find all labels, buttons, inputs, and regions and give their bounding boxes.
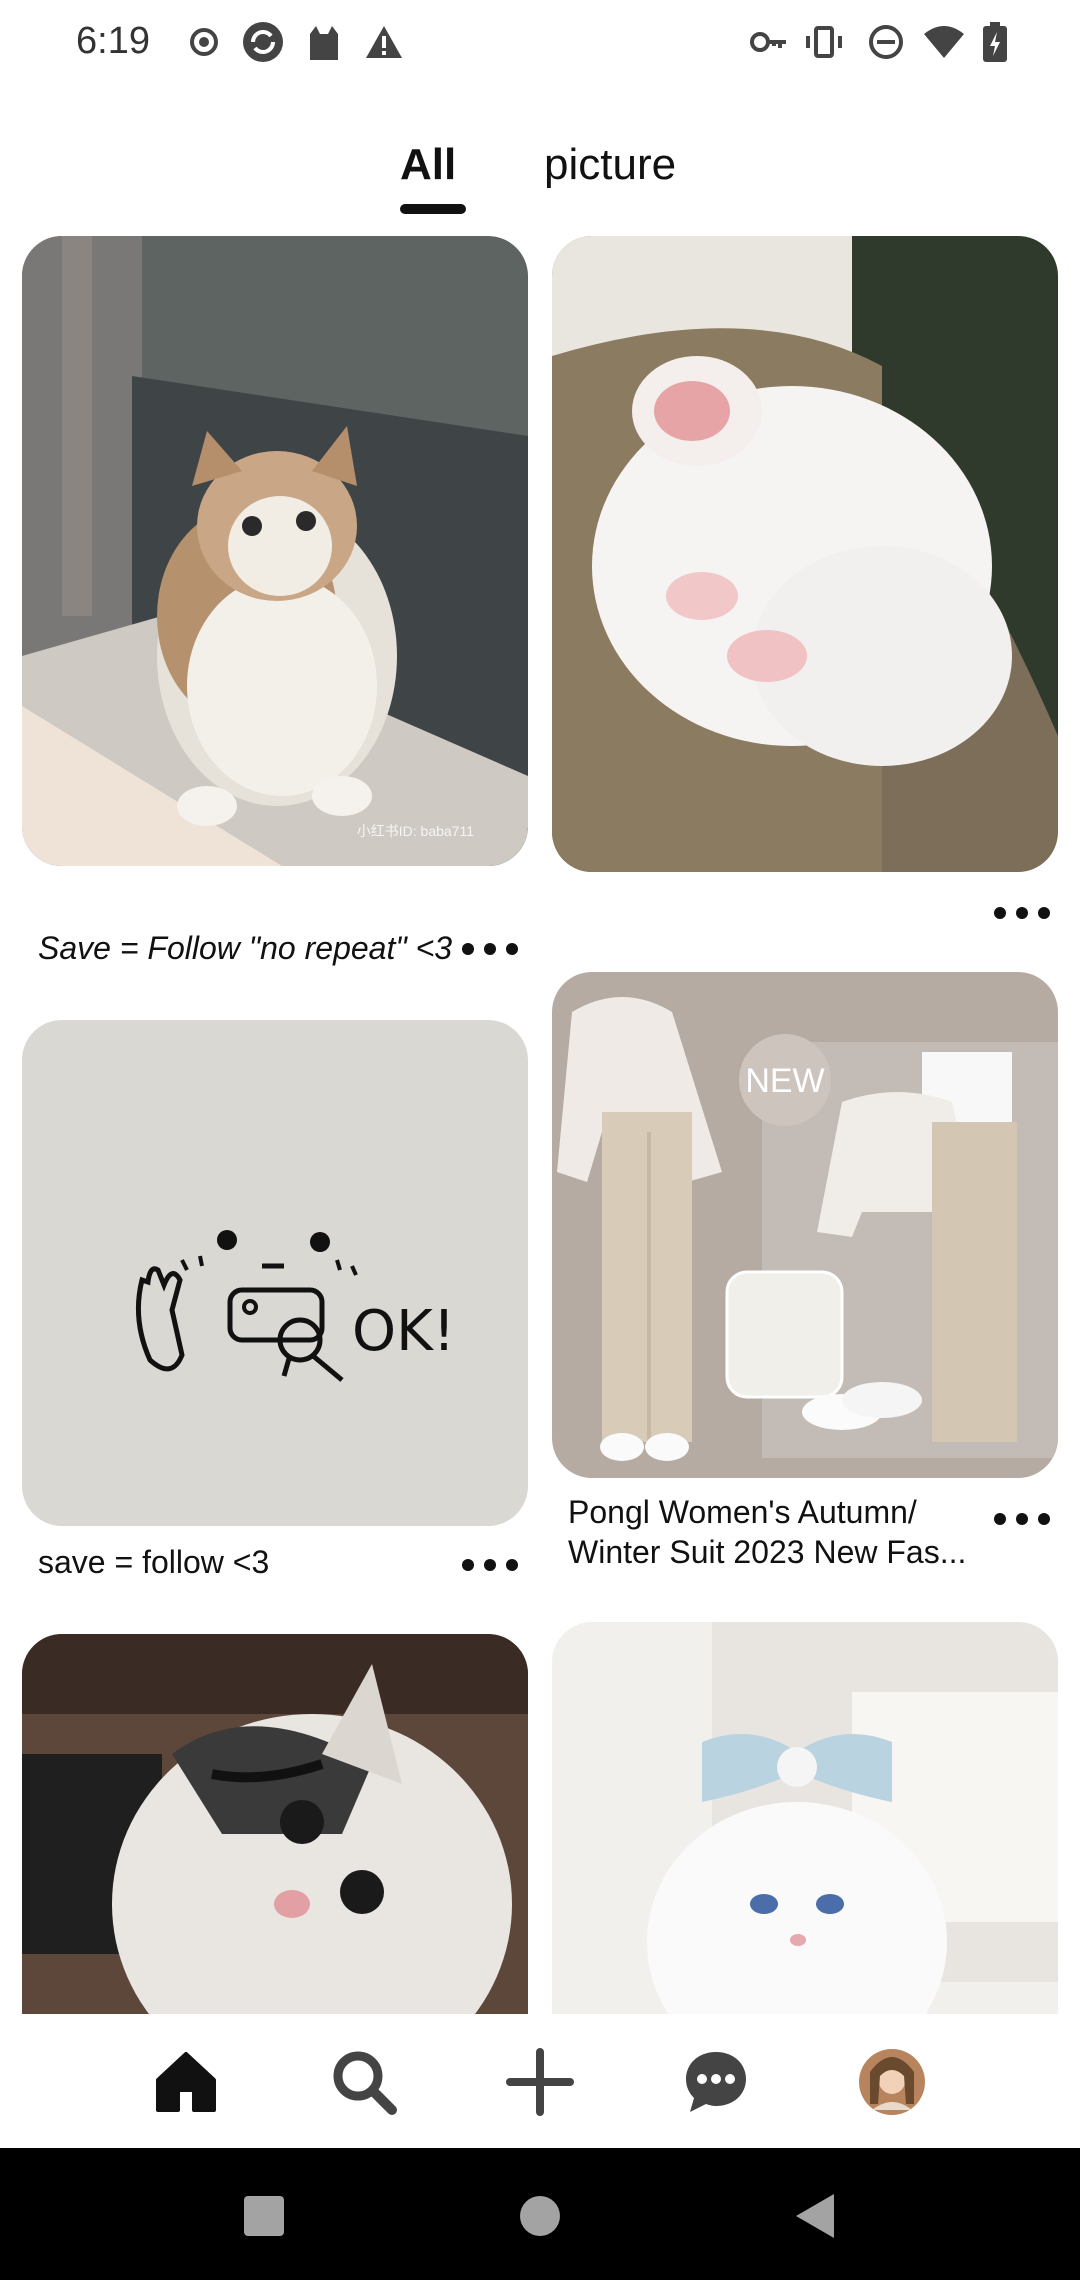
more-options-button[interactable] <box>994 1504 1050 1534</box>
wifi-icon <box>922 20 966 64</box>
pin-feed[interactable]: 小红书ID: baba711 Save = Follow "no repeat"… <box>0 232 1080 2014</box>
more-options-button[interactable] <box>462 1550 518 1580</box>
home-icon[interactable] <box>150 2046 222 2118</box>
system-navigation <box>0 2148 1080 2280</box>
status-time: 6:19 <box>76 20 150 62</box>
dnd-icon <box>866 20 906 64</box>
battery-icon <box>980 20 1010 64</box>
create-icon[interactable] <box>504 2046 576 2118</box>
status-bar: 6:19 <box>0 0 1080 88</box>
new-badge: NEW <box>745 1062 824 1100</box>
cat-icon <box>304 20 344 64</box>
tab-bar: All picture <box>0 140 1080 220</box>
vibrate-icon <box>804 20 844 64</box>
back-icon[interactable] <box>792 2192 840 2240</box>
pin-caption: Save = Follow "no repeat" <3 <box>38 930 453 966</box>
svg-text:小红书ID: baba711: 小红书ID: baba711 <box>357 823 474 839</box>
pin-caption: Pongl Women's Autumn/ Winter Suit 2023 N… <box>568 1494 967 1570</box>
pin-image-ok-doodle[interactable]: OK! <box>22 1020 528 1526</box>
tab-picture[interactable]: picture <box>544 140 676 190</box>
search-icon[interactable] <box>328 2046 400 2118</box>
pin-image-tabby-kitten[interactable] <box>22 1634 528 2014</box>
pin-image-cat-with-bow[interactable] <box>552 1622 1058 2014</box>
warning-icon <box>364 20 404 64</box>
more-options-button[interactable] <box>462 934 518 964</box>
doodle-text: OK! <box>352 1299 455 1364</box>
recents-icon[interactable] <box>240 2192 288 2240</box>
bottom-navigation <box>0 2014 1080 2148</box>
tab-selected-indicator <box>400 204 466 214</box>
sync-icon <box>240 20 286 64</box>
profile-avatar[interactable] <box>856 2046 928 2118</box>
pin-image-fluffy-cat[interactable]: 小红书ID: baba711 <box>22 236 528 866</box>
key-icon <box>748 20 788 64</box>
pin-image-outfit[interactable]: NEW <box>552 972 1058 1478</box>
more-options-button[interactable] <box>994 898 1050 928</box>
tab-all[interactable]: All <box>400 140 456 190</box>
record-icon <box>184 20 224 64</box>
pin-image-sleeping-kitten[interactable] <box>552 236 1058 872</box>
messages-icon[interactable] <box>680 2046 752 2118</box>
pin-caption: save = follow <3 <box>38 1544 270 1580</box>
home-circle-icon[interactable] <box>516 2192 564 2240</box>
